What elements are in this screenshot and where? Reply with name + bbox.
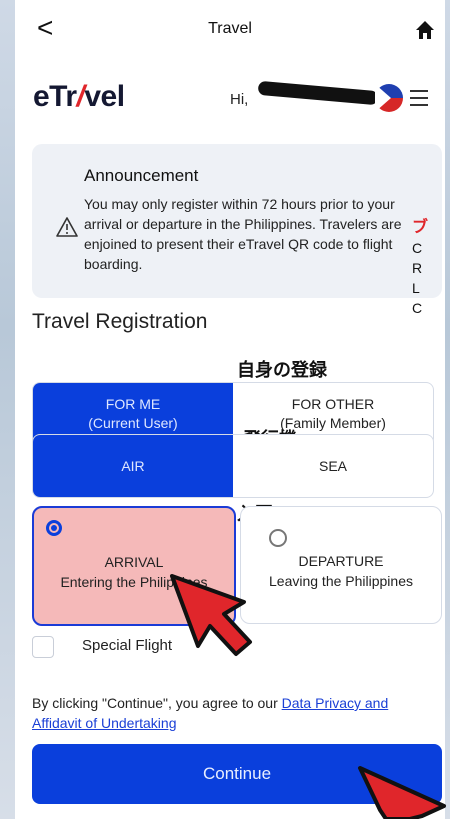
arrival-radio[interactable] [46, 520, 62, 536]
departure-radio[interactable] [269, 529, 287, 547]
terms-text: By clicking "Continue", you agree to our… [32, 695, 389, 731]
special-flight-label: Special Flight [82, 637, 173, 654]
pointer-arrow-icon [170, 574, 252, 656]
warning-triangle-icon [56, 217, 78, 237]
announcement-title: Announcement [84, 166, 199, 185]
brand-row: eTr/vel Hi, [15, 74, 445, 124]
special-flight-checkbox[interactable] [32, 636, 54, 658]
flag-avatar[interactable] [375, 84, 403, 112]
air-option[interactable]: AIR [33, 435, 233, 497]
annotation-registrant: 自身の登録 [237, 360, 327, 381]
sea-option[interactable]: SEA [233, 435, 433, 497]
departure-label: DEPARTURE Leaving the Philippines [269, 553, 413, 589]
side-annotation: ブ C R L C [412, 219, 429, 316]
greeting-text: Hi, [230, 91, 249, 108]
travel-registration-heading: Travel Registration [32, 310, 208, 333]
page-title: Travel [208, 20, 252, 37]
redacted-username [257, 80, 379, 106]
announcement-body: You may only register within 72 hours pr… [84, 196, 402, 272]
announcement-card: Announcement You may only register withi… [32, 144, 442, 298]
top-header: < Travel [15, 0, 445, 60]
travel-mode-toggle: AIR SEA [32, 434, 434, 498]
app-panel: < Travel eTr/vel Hi, Announcement You ma… [15, 0, 445, 819]
pointer-arrow-icon [358, 766, 446, 819]
hamburger-menu-icon[interactable] [410, 90, 428, 106]
etravel-logo: eTr/vel [33, 80, 125, 113]
departure-option[interactable]: DEPARTURE Leaving the Philippines [240, 506, 442, 624]
home-icon[interactable] [415, 20, 435, 40]
